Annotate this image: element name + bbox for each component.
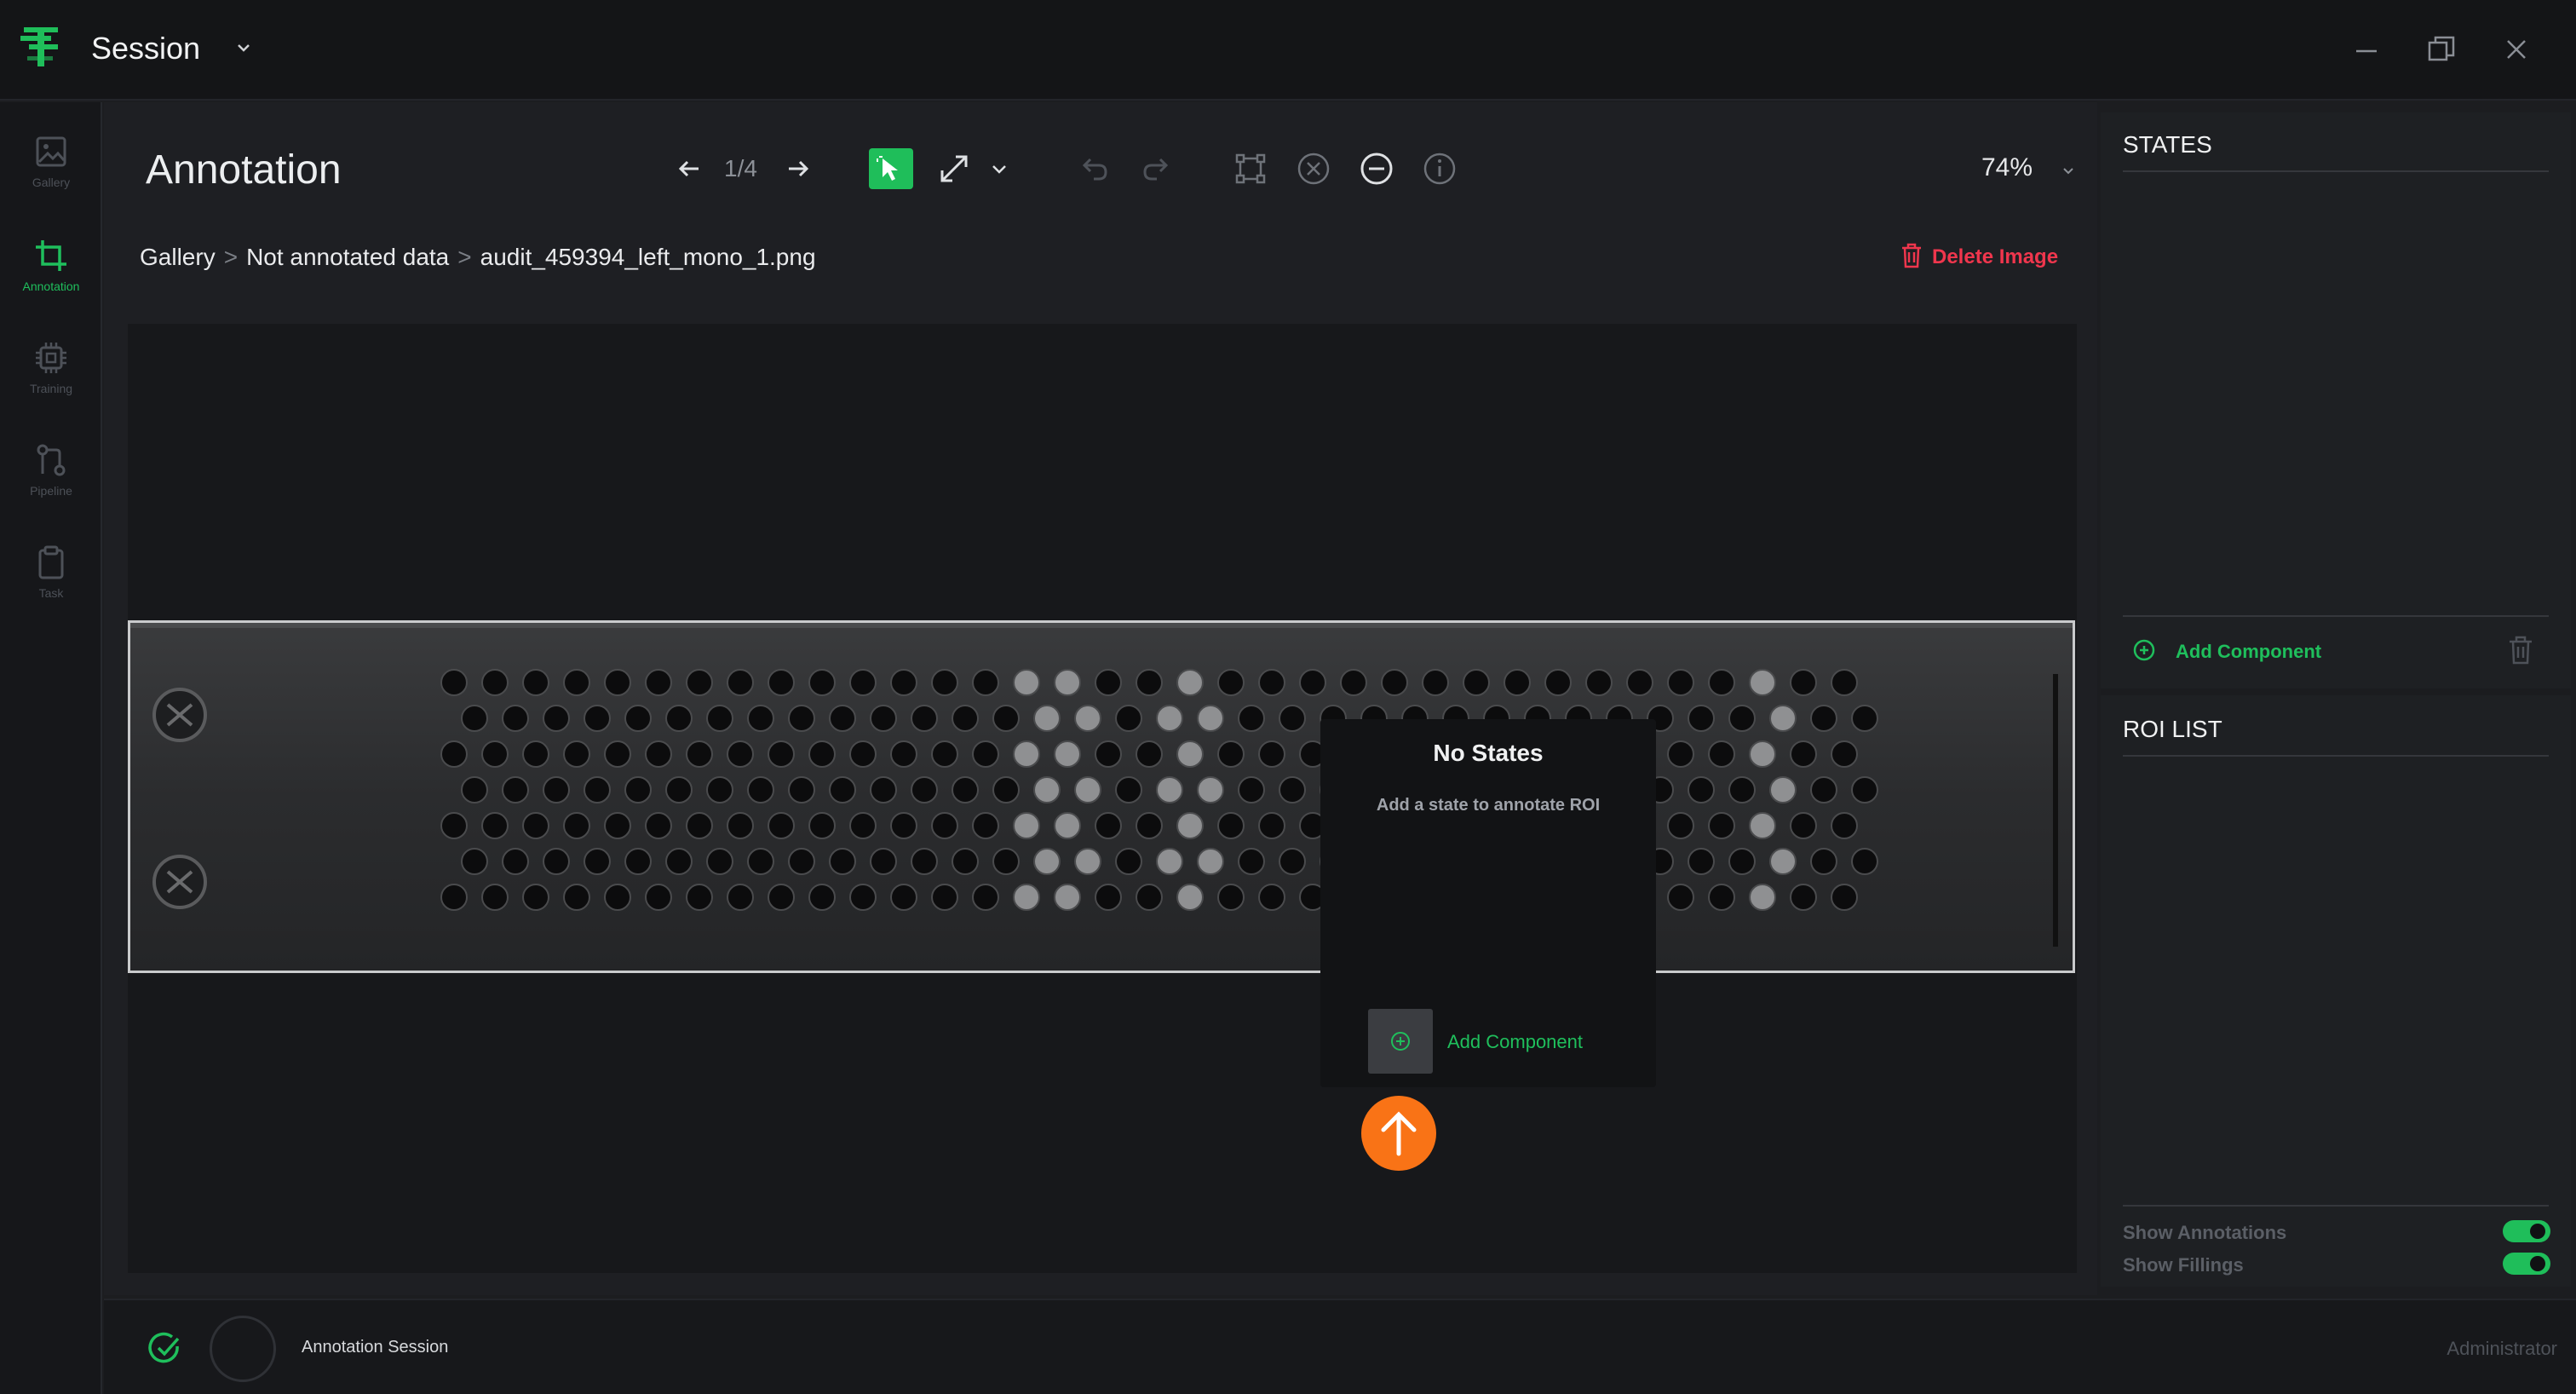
chevron-down-icon[interactable] bbox=[2060, 162, 2077, 179]
restore-icon[interactable] bbox=[2423, 31, 2460, 68]
session-title[interactable]: Session bbox=[91, 31, 200, 66]
right-panel: STATES Add Component ROI LIST Show Annot… bbox=[2101, 112, 2571, 1287]
fit-screen-icon[interactable] bbox=[935, 150, 973, 187]
add-component-label: Add Component bbox=[2176, 641, 2322, 662]
divider bbox=[2123, 170, 2549, 172]
trash-icon bbox=[1902, 243, 1921, 268]
undo-icon[interactable] bbox=[1075, 150, 1113, 187]
page-counter: 1/4 bbox=[724, 155, 757, 181]
breadcrumb-separator: > bbox=[223, 244, 239, 270]
plus-circle-icon bbox=[1391, 1032, 1410, 1051]
show-annotations-toggle[interactable] bbox=[2503, 1220, 2550, 1242]
cursor-select-icon bbox=[877, 156, 898, 181]
zoom-out-icon[interactable] bbox=[1358, 150, 1395, 187]
nav-label: Annotation bbox=[22, 279, 80, 293]
roi-list-card: ROI LIST Show Annotations Show Fillings bbox=[2101, 695, 2571, 1287]
roi-list-title: ROI LIST bbox=[2123, 716, 2222, 742]
arrow-left-icon[interactable] bbox=[671, 150, 709, 187]
add-component-icon-button[interactable] bbox=[1368, 1009, 1433, 1074]
breadcrumb-gallery[interactable]: Gallery bbox=[140, 244, 216, 270]
status-bar: Annotation Session Administrator bbox=[104, 1299, 2576, 1394]
redo-icon[interactable] bbox=[1138, 150, 1176, 187]
nav-item-gallery[interactable]: Gallery bbox=[0, 126, 102, 220]
arrow-right-icon[interactable] bbox=[779, 150, 816, 187]
title-bar: Session bbox=[0, 0, 2576, 101]
show-fillings-row: Show Fillings bbox=[2123, 1253, 2557, 1278]
select-tool-button[interactable] bbox=[869, 148, 913, 189]
nav-item-training[interactable]: Training bbox=[0, 332, 102, 426]
clear-circle-icon[interactable] bbox=[1295, 150, 1332, 187]
nav-item-annotation[interactable]: Annotation bbox=[0, 230, 102, 324]
image-icon bbox=[36, 136, 66, 167]
minimize-icon[interactable] bbox=[2348, 31, 2385, 68]
breadcrumb-folder[interactable]: Not annotated data bbox=[246, 244, 449, 270]
chevron-down-icon[interactable] bbox=[233, 37, 254, 58]
session-status-label: Annotation Session bbox=[302, 1338, 449, 1357]
states-title: STATES bbox=[2123, 131, 2212, 158]
annotated-image[interactable] bbox=[128, 620, 2075, 973]
nav-label: Pipeline bbox=[30, 484, 72, 498]
show-annotations-row: Show Annotations bbox=[2123, 1220, 2557, 1246]
chip-icon bbox=[36, 343, 66, 373]
crop-icon bbox=[36, 240, 66, 271]
divider bbox=[2123, 615, 2549, 617]
pipeline-icon bbox=[37, 444, 66, 476]
nav-item-pipeline[interactable]: Pipeline bbox=[0, 435, 102, 528]
annotation-canvas[interactable]: No States Add a state to annotate ROI Ad… bbox=[128, 324, 2077, 1273]
server-panel-image bbox=[130, 623, 2073, 971]
upload-marker[interactable] bbox=[1361, 1096, 1436, 1171]
bounding-box-icon[interactable] bbox=[1232, 150, 1269, 187]
show-fillings-label: Show Fillings bbox=[2123, 1254, 2244, 1276]
clipboard-icon bbox=[38, 545, 64, 579]
breadcrumb-separator: > bbox=[457, 244, 472, 270]
add-component-link[interactable]: Add Component bbox=[1447, 1031, 1583, 1053]
breadcrumb: Gallery > Not annotated data > audit_459394_… bbox=[140, 244, 816, 271]
arrow-up-icon bbox=[1381, 1111, 1417, 1156]
page-title: Annotation bbox=[146, 147, 342, 193]
app-logo-icon bbox=[20, 27, 58, 66]
chevron-down-icon[interactable] bbox=[986, 150, 1012, 187]
show-annotations-label: Show Annotations bbox=[2123, 1222, 2287, 1243]
states-card: STATES Add Component bbox=[2101, 112, 2571, 688]
left-nav: Gallery Annotation Training Pipeline Tas… bbox=[0, 102, 102, 1394]
nav-item-task[interactable]: Task bbox=[0, 537, 102, 631]
delete-image-label: Delete Image bbox=[1932, 245, 2059, 268]
plus-circle-icon bbox=[2133, 639, 2155, 661]
show-fillings-toggle[interactable] bbox=[2503, 1253, 2550, 1275]
popover-title: No States bbox=[1433, 740, 1544, 766]
trash-icon[interactable] bbox=[2506, 634, 2535, 666]
nav-label: Task bbox=[38, 586, 64, 600]
progress-ring bbox=[210, 1316, 276, 1382]
nav-label: Gallery bbox=[32, 176, 71, 189]
no-states-popover: No States Add a state to annotate ROI Ad… bbox=[1320, 719, 1656, 1087]
close-icon[interactable] bbox=[2498, 31, 2535, 68]
info-icon[interactable] bbox=[1421, 150, 1458, 187]
breadcrumb-file: audit_459394_left_mono_1.png bbox=[480, 244, 816, 270]
nav-label: Training bbox=[29, 382, 73, 395]
divider bbox=[2123, 1205, 2549, 1207]
divider bbox=[2123, 755, 2549, 757]
popover-subtitle: Add a state to annotate ROI bbox=[1376, 796, 1601, 815]
zoom-level[interactable]: 74% bbox=[1981, 153, 2033, 182]
check-circle-icon bbox=[148, 1332, 180, 1363]
user-name[interactable]: Administrator bbox=[2447, 1338, 2557, 1360]
